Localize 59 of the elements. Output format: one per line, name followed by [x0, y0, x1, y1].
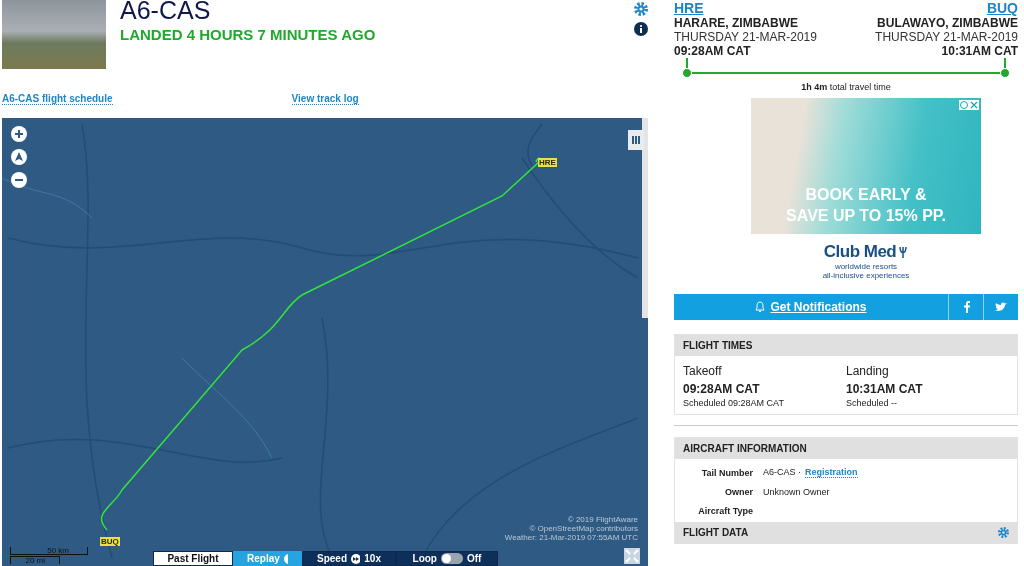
airport-label: HRE [538, 158, 557, 167]
travel-time: 1h 4m total travel time [800, 82, 892, 92]
compass-icon[interactable] [11, 149, 27, 165]
map-attribution: © 2019 FlightAware [567, 515, 638, 524]
field-value: Unknown Owner [763, 487, 830, 497]
zoom-in-icon[interactable] [11, 126, 27, 142]
destination-date: THURSDAY 21-MAR-2019 [875, 30, 1018, 44]
ad-headline: BOOK EARLY & [805, 185, 927, 205]
field-value: A6-CAS · [763, 467, 801, 478]
time-label: Takeoff [683, 364, 723, 378]
schedule-link[interactable]: A6-CAS flight schedule [2, 93, 113, 105]
track-log-link[interactable]: View track log [291, 93, 359, 105]
trident-icon [898, 245, 909, 259]
destination-city: BULAWAYO, ZIMBABWE [877, 16, 1018, 30]
origin-date: THURSDAY 21-MAR-2019 [674, 30, 817, 44]
ad-headline: SAVE UP TO 15% PP. [786, 206, 946, 226]
ad-tagline: worldwide resorts [834, 262, 898, 271]
panel-header: AIRCRAFT INFORMATION [675, 438, 1017, 459]
loop-label: Loop [412, 553, 437, 564]
info-icon[interactable] [634, 22, 648, 36]
field-label: Aircraft Type [697, 506, 753, 516]
zoom-out-icon[interactable] [11, 172, 27, 188]
settings-icon[interactable] [634, 2, 648, 16]
map-attribution: Weather: 21-Mar-2019 07:55AM UTC [504, 533, 638, 542]
origin-time: 09:28AM CAT [674, 44, 752, 58]
scheduled-time: Scheduled 09:28AM CAT [683, 398, 785, 408]
loop-toggle[interactable] [441, 553, 463, 564]
aircraft-registration: A6-CAS [120, 0, 212, 23]
time-label: Landing [846, 364, 890, 378]
fast-forward-icon [351, 553, 361, 564]
destination-airport-code[interactable]: BUQ [986, 0, 1018, 16]
scale-bar: 50 km [10, 547, 88, 555]
airport-label: BUQ [100, 537, 120, 546]
replay-button[interactable]: Replay [233, 551, 302, 566]
bell-icon [755, 301, 766, 313]
ad-close-icon[interactable] [959, 100, 979, 110]
map-attribution: © OpenStreetMap contributors [529, 524, 638, 533]
field-label: Tail Number [700, 467, 753, 478]
origin-airport-code[interactable]: HRE [674, 0, 817, 16]
layers-icon[interactable] [628, 130, 644, 150]
panel-header: FLIGHT TIMES [675, 335, 1017, 356]
speed-button[interactable]: Speed 10x [302, 551, 396, 566]
panel-title: FLIGHT DATA [683, 527, 749, 538]
scheduled-time: Scheduled -- [846, 398, 899, 408]
settings-icon[interactable] [998, 527, 1009, 538]
facebook-icon [962, 301, 970, 313]
actual-time: 09:28AM CAT [683, 382, 761, 396]
registration-link[interactable]: Registration [805, 467, 858, 478]
field-label: Owner [724, 487, 753, 497]
past-flight-tab[interactable]: Past Flight [153, 551, 233, 566]
loop-state: Off [467, 553, 482, 564]
scale-bar: 20 mi [10, 556, 60, 564]
origin-city: HARARE, ZIMBABWE [674, 16, 799, 30]
destination-time: 10:31AM CAT [941, 44, 1018, 58]
twitter-icon [995, 302, 1007, 312]
ad-tagline: all-inclusive experiences [822, 271, 910, 280]
flight-status: LANDED 4 HOURS 7 MINUTES AGO [120, 26, 376, 43]
ad-brand-logo: Club Med [823, 242, 897, 262]
actual-time: 10:31AM CAT [846, 382, 924, 396]
